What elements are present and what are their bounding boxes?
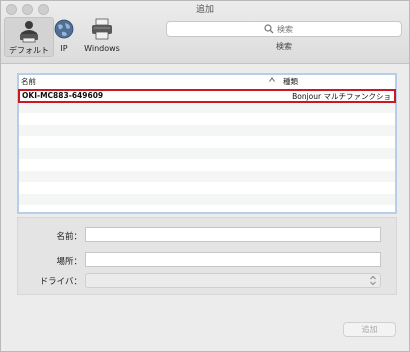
list-row-empty <box>19 136 395 148</box>
list-row-empty <box>19 124 395 136</box>
toolbar-default-tab[interactable]: デフォルト <box>4 17 54 57</box>
driver-label: ドライバ： <box>39 277 82 287</box>
toolbar-ip-tab[interactable]: IP <box>53 17 75 57</box>
titlebar: 追加 デフォルト IP Windows 検索 検索 <box>1 1 409 64</box>
list-row-empty <box>19 193 395 205</box>
toolbar-default-label: デフォルト <box>9 46 49 55</box>
printer-icon <box>92 18 112 40</box>
search-icon <box>264 24 274 34</box>
updown-arrows-icon <box>370 275 376 286</box>
list-rows: OKI-MC883-649609 Bonjour マルチファンクショ <box>18 89 396 205</box>
name-field[interactable] <box>85 227 381 242</box>
search-input[interactable] <box>277 22 387 36</box>
list-row-selected[interactable]: OKI-MC883-649609 Bonjour マルチファンクショ <box>18 89 396 103</box>
printer-list[interactable]: 名前 種類 OKI-MC883-649609 Bonjour マルチファンクショ <box>17 73 397 214</box>
sort-ascending-icon <box>269 77 275 82</box>
location-field[interactable] <box>85 252 381 267</box>
add-button[interactable]: 追加 <box>343 322 396 337</box>
list-row-empty <box>19 113 395 125</box>
printer-name: OKI-MC883-649609 <box>22 91 104 100</box>
add-printer-window: 追加 デフォルト IP Windows 検索 検索 名前 種類 OKI-MC88… <box>0 0 410 352</box>
list-header: 名前 種類 <box>19 75 395 90</box>
search-caption: 検索 <box>276 42 292 51</box>
column-header-kind[interactable]: 種類 <box>283 76 298 87</box>
driver-select[interactable] <box>85 273 381 288</box>
location-label: 場所： <box>56 257 82 267</box>
toolbar-windows-label: Windows <box>84 44 120 53</box>
user-printer-icon <box>20 21 38 43</box>
globe-icon <box>54 19 74 39</box>
printer-details-panel: 名前： 場所： ドライバ： <box>17 217 397 295</box>
list-row-empty <box>19 182 395 194</box>
search-field[interactable] <box>166 21 402 37</box>
window-title: 追加 <box>195 5 214 15</box>
toolbar-windows-tab[interactable]: Windows <box>81 17 123 57</box>
list-row-empty <box>19 170 395 182</box>
name-label: 名前： <box>56 232 82 242</box>
column-header-name[interactable]: 名前 <box>21 76 36 87</box>
list-row-empty <box>19 101 395 113</box>
toolbar-ip-label: IP <box>60 44 68 53</box>
list-row-empty <box>19 159 395 171</box>
printer-kind: Bonjour マルチファンクショ <box>292 92 391 101</box>
list-row-empty <box>19 147 395 159</box>
